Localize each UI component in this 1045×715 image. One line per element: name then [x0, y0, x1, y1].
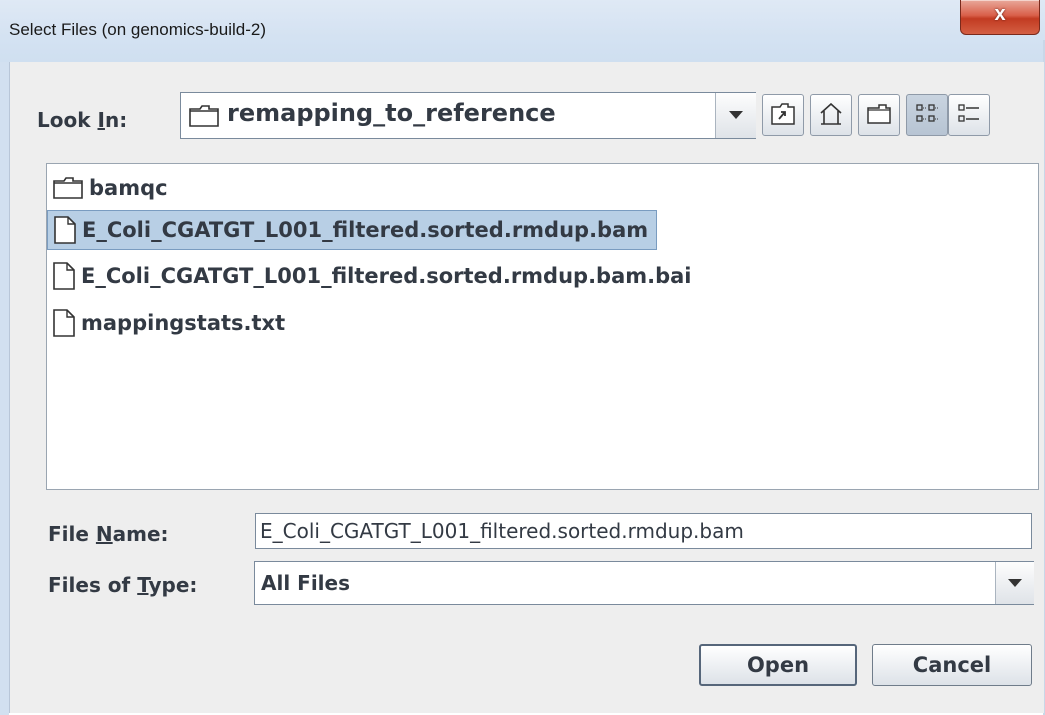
list-item-file[interactable]: E_Coli_CGATGT_L001_filtered.sorted.rmdup… [47, 257, 700, 295]
list-view-toggle[interactable] [906, 94, 948, 136]
file-name-label: mappingstats.txt [81, 311, 286, 335]
file-chooser-dialog: Look In: remapping_to_reference bamqc E_… [9, 62, 1044, 713]
new-folder-icon [867, 104, 891, 124]
close-icon: x [994, 3, 1006, 25]
details-view-toggle[interactable] [948, 94, 990, 136]
file-type-label: Files of Type: [48, 573, 198, 597]
file-list[interactable]: bamqc E_Coli_CGATGT_L001_filtered.sorted… [46, 163, 1039, 490]
look-in-combobox[interactable]: remapping_to_reference [180, 92, 756, 139]
file-type-value: All Files [261, 571, 350, 595]
up-one-level-icon [771, 103, 795, 125]
file-icon [54, 216, 76, 244]
file-icon [53, 262, 75, 290]
folder-icon [189, 105, 219, 127]
new-folder-button[interactable] [858, 94, 900, 136]
file-name-label: E_Coli_CGATGT_L001_filtered.sorted.rmdup… [82, 218, 649, 242]
list-item-file[interactable]: mappingstats.txt [47, 304, 293, 342]
file-name-input[interactable]: E_Coli_CGATGT_L001_filtered.sorted.rmdup… [255, 513, 1032, 549]
file-name-label: bamqc [89, 176, 168, 200]
file-name-label: E_Coli_CGATGT_L001_filtered.sorted.rmdup… [81, 264, 692, 288]
look-in-value: remapping_to_reference [227, 99, 556, 127]
chevron-down-icon [1008, 579, 1022, 587]
look-in-label: Look In: [37, 108, 128, 132]
chevron-down-icon [729, 111, 743, 119]
file-type-dropdown-button[interactable] [995, 562, 1034, 604]
up-one-level-button[interactable] [762, 94, 804, 136]
look-in-dropdown-button[interactable] [715, 93, 756, 138]
home-icon [820, 103, 842, 125]
cancel-button[interactable]: Cancel [872, 644, 1032, 686]
close-button[interactable]: x [960, 0, 1040, 35]
file-name-label: File Name: [48, 522, 169, 546]
folder-icon [53, 177, 83, 199]
list-item-file-selected[interactable]: E_Coli_CGATGT_L001_filtered.sorted.rmdup… [47, 210, 658, 250]
title-bar[interactable]: Select Files (on genomics-build-2) x [0, 0, 1045, 63]
file-icon [53, 309, 75, 337]
list-item-folder[interactable]: bamqc [47, 169, 176, 207]
open-button[interactable]: Open [699, 644, 857, 686]
window-frame-left [0, 62, 9, 715]
window-title: Select Files (on genomics-build-2) [9, 20, 266, 39]
file-type-combobox[interactable]: All Files [254, 561, 1034, 605]
list-view-icon [916, 104, 938, 122]
home-button[interactable] [810, 94, 852, 136]
details-view-icon [958, 104, 979, 122]
